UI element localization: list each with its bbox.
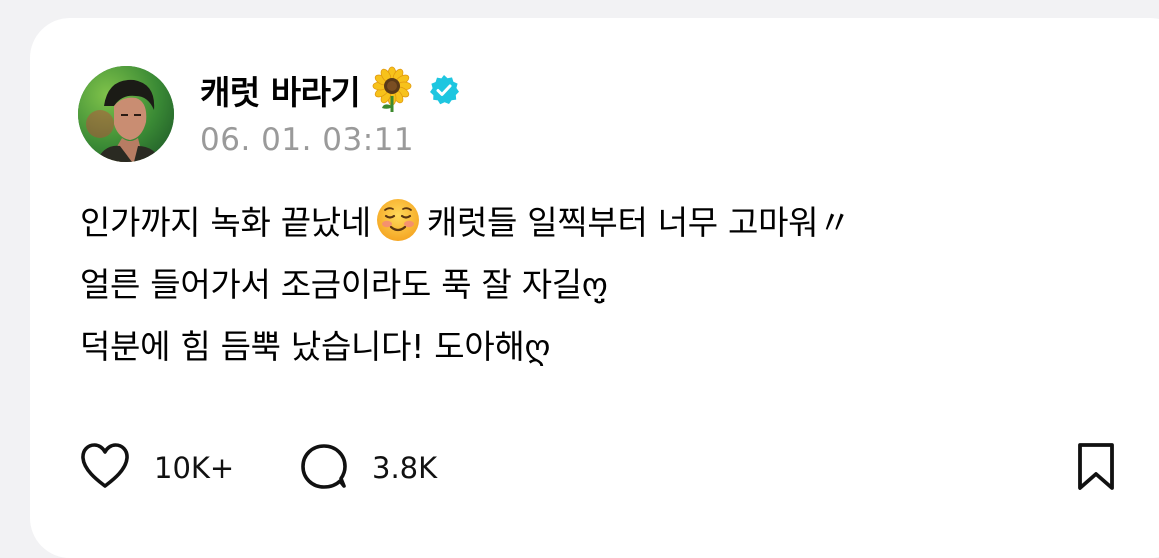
comment-bubble-icon (298, 441, 350, 495)
bookmark-icon (1072, 440, 1120, 496)
like-button[interactable]: 10K+ (78, 443, 234, 493)
verified-badge-icon (428, 74, 460, 106)
avatar[interactable] (78, 66, 174, 162)
bookmark-button[interactable] (1072, 443, 1120, 493)
post-card: 캐럿 바라기 06. 01. 03:11 인가까지 녹화 끝났네 캐럿들 일찍부… (30, 18, 1159, 558)
post-line-1: 인가까지 녹화 끝났네 캐럿들 일찍부터 너무 고마워〃 (80, 192, 1120, 254)
sunflower-icon (368, 66, 416, 114)
reply-count: 3.8K (372, 451, 438, 485)
post-text: 캐럿들 일찍부터 너무 고마워〃 (426, 203, 851, 242)
reply-button[interactable]: 3.8K (298, 443, 437, 493)
post-line-3: 덕분에 힘 듬뿍 났습니다! 도아해ღ (80, 327, 551, 366)
action-bar: 10K+ 3.8K (78, 443, 1128, 493)
author-row: 캐럿 바라기 (200, 64, 460, 116)
post-body: 인가까지 녹화 끝났네 캐럿들 일찍부터 너무 고마워〃 얼른 들어가서 조금이… (80, 192, 1120, 378)
profile-photo (78, 66, 174, 162)
author-name[interactable]: 캐럿 바라기 (200, 66, 361, 114)
post-line-2: 얼른 들어가서 조금이라도 푹 잘 자길ო̤̮ (80, 265, 608, 304)
heart-icon (78, 441, 132, 495)
like-count: 10K+ (154, 451, 235, 485)
post-text: 인가까지 녹화 끝났네 (80, 203, 371, 242)
post-timestamp: 06. 01. 03:11 (200, 122, 415, 158)
